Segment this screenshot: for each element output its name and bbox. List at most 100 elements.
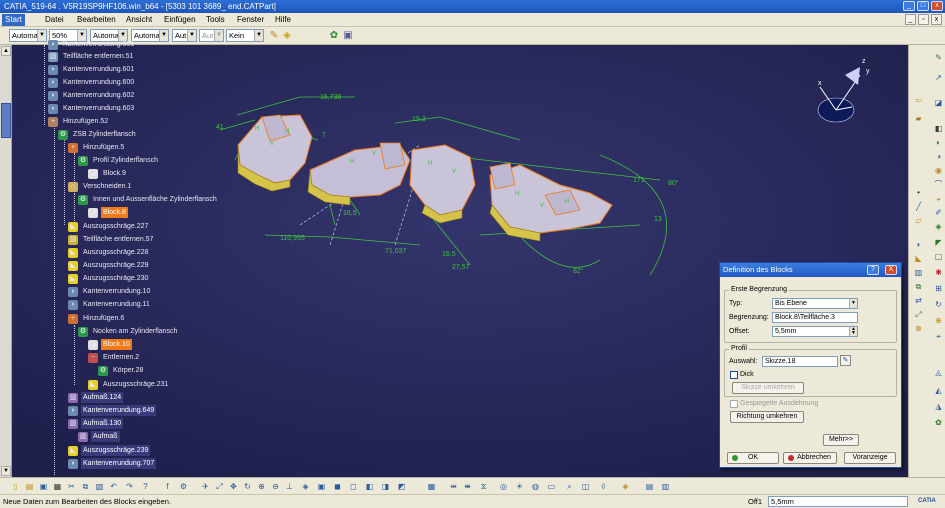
apply-material-tool-icon[interactable]: ✿ [933,417,944,428]
snapshot-icon[interactable]: ◎ [498,481,509,492]
new-icon[interactable]: ▯ [10,481,21,492]
tree-item-auszugsschraege-229[interactable]: ◣ Auszugsschräge.229 [68,260,150,271]
tree-item-kantenverrundung-11[interactable]: ◗ Kantenverrundung.11 [68,299,152,310]
depth-effect-icon[interactable]: ◍ [530,481,541,492]
offset-field[interactable]: 5,5mm ▲ ▼ [772,326,858,337]
tree-item-auszugsschraege-231[interactable]: ◣ Auszugsschräge.231 [88,379,170,390]
selection-field[interactable]: Skizze.18 [762,356,838,367]
axis-system-icon[interactable]: ↗ [933,72,944,83]
zoom-in-icon[interactable]: ⊕ [256,481,267,492]
chamfer-tool-icon[interactable]: ◤ [933,237,944,248]
boolean-tool-icon[interactable]: ⊕ [933,315,944,326]
limit-field[interactable]: Block.8\Teilfläche.3 [772,312,858,323]
help-button[interactable]: ? [867,265,879,275]
thread-tool-icon[interactable]: ✱ [933,267,944,278]
tree-item-auszugsschraege-239[interactable]: ◣ Auszugsschräge.239 [68,445,151,456]
open-icon[interactable]: ▤ [24,481,35,492]
draft-analysis-icon[interactable]: ◭ [933,385,944,396]
knowledge-icon[interactable]: ⚙ [178,481,189,492]
cut-icon[interactable]: ✂ [66,481,77,492]
lighting-icon[interactable]: ☀ [514,481,525,492]
quick-view-icon[interactable]: ◫ [580,481,591,492]
tree-item-nocken[interactable]: ⚙ Nocken am Zylinderflansch [78,326,179,337]
formula-icon[interactable]: f [162,481,173,492]
front-view-icon[interactable]: ▣ [316,481,327,492]
material-tool-icon[interactable]: ◈ [620,481,631,492]
fit-all-icon[interactable]: ⤢ [214,481,225,492]
thickness-tool-icon[interactable]: ▥ [913,267,924,278]
doc-minimize-button[interactable]: _ [905,14,916,25]
tree-item-block-9[interactable]: ◢ Block.9 [88,168,128,179]
type-select[interactable]: Bis Ebene ▼ [772,298,858,309]
wireframe-icon[interactable]: ◻ [348,481,359,492]
menu-hilfe[interactable]: Hilfe [272,14,294,26]
rotate-tool-icon[interactable]: ↻ [933,299,944,310]
curvature-analysis-icon[interactable]: ◮ [933,401,944,412]
mirror-tool-icon[interactable]: ⧉ [913,281,924,292]
tree-item-auszugsschraege-227[interactable]: ◣ Auszugsschräge.227 [68,221,150,232]
render-style-icon[interactable]: ◊ [598,481,609,492]
layer-combo[interactable]: Kein ▼ [226,29,264,42]
menu-fenster[interactable]: Fenster [234,14,267,26]
rotate-view-icon[interactable]: ↻ [242,481,253,492]
sketch-tool-icon[interactable]: ▦ [426,481,437,492]
normal-view-icon[interactable]: ⊥ [284,481,295,492]
analysis-tool-icon[interactable]: ◬ [933,367,944,378]
pocket-tool-icon[interactable]: ◧ [933,123,944,134]
tree-item-kantenverrundung-601[interactable]: ◗ Kantenverrundung.601 [48,64,136,75]
minimize-button[interactable]: _ [903,1,915,11]
tree-item-block-8[interactable]: ◢ Block.8 [88,207,128,218]
menu-bearbeiten[interactable]: Bearbeiten [74,14,119,26]
shading-icon[interactable]: ◼ [332,481,343,492]
scroll-thumb[interactable] [1,103,11,138]
library-icon[interactable]: ▥ [660,481,671,492]
groove-tool-icon[interactable]: ◑ [933,151,944,162]
tree-item-kantenverrundung-707[interactable]: ◗ Kantenverrundung.707 [68,458,157,469]
tree-item-kantenverrundung-601a[interactable]: ◗ Kantenverrundung.601 [48,39,136,50]
tree-item-kantenverrundung-603[interactable]: ◗ Kantenverrundung.603 [48,103,136,114]
paint-bucket-icon[interactable]: ◈ [281,30,293,42]
scroll-up-icon[interactable]: ▲ [1,46,11,56]
scale-tool-icon[interactable]: ⤢ [913,309,924,320]
tree-item-aufmass[interactable]: ▥ Aufmaß [78,431,120,442]
point-symbol-combo[interactable]: Aut ▼ [172,29,197,42]
copy-icon[interactable]: ⧉ [80,481,91,492]
redo-icon[interactable]: ↷ [124,481,135,492]
doc-close-button[interactable]: x [931,14,942,25]
format-painter-icon[interactable]: ✎ [268,30,280,42]
measure-tool-icon[interactable]: ⌖ [933,331,944,342]
save-icon[interactable]: ▣ [38,481,49,492]
menu-einfuegen[interactable]: Einfügen [161,14,199,26]
ok-button[interactable]: OK [727,452,779,464]
tree-item-hinzufuegen-5[interactable]: + Hinzufügen.5 [68,142,126,153]
tree-item-auszugsschraege-228[interactable]: ◣ Auszugsschräge.228 [68,247,150,258]
print-icon[interactable]: ▦ [52,481,63,492]
power-input-field[interactable]: 5,5mm [768,496,908,507]
sketch-edit-icon[interactable]: ✎ [840,355,851,366]
paste-icon[interactable]: ▧ [94,481,105,492]
cancel-button[interactable]: Abbrechen [783,452,837,464]
dialog-close-button[interactable]: X [885,265,897,275]
point-tool-icon[interactable]: • [913,187,924,198]
spinner-icon[interactable]: ▲ ▼ [849,327,857,336]
measure-inertia-icon[interactable]: ⧖ [478,481,489,492]
tree-item-entfernen-2[interactable]: − Entfernen.2 [88,352,141,363]
view-mode-icon[interactable]: ◩ [396,481,407,492]
stiffener-tool-icon[interactable]: ✐ [933,207,944,218]
swap-visible-icon[interactable]: ◨ [380,481,391,492]
pan-icon[interactable]: ✥ [228,481,239,492]
magnifier-icon[interactable]: ⌕ [564,481,575,492]
draft-tool-icon[interactable]: ◣ [913,253,924,264]
fillet-tool-icon[interactable]: ◗ [913,239,924,250]
measure-item-icon[interactable]: ⇼ [462,481,473,492]
close-button[interactable]: x [931,1,943,11]
preview-button[interactable]: Voranzeige [844,452,896,464]
maximize-button[interactable]: □ [917,1,929,11]
tree-item-kantenverrundung-600[interactable]: ◗ Kantenverrundung.600 [48,77,136,88]
tree-scrollbar[interactable]: ▲ ▼ [0,45,12,477]
tree-item-aufmass-130[interactable]: ▥ Aufmaß.130 [68,418,124,429]
pattern-tool-icon[interactable]: ⊞ [933,283,944,294]
tree-item-profil-zylinderflansch[interactable]: ⚙ Profil Zylinderflansch [78,155,160,166]
thick-checkbox[interactable] [730,371,738,379]
color-combo[interactable]: Automa ▼ [9,29,47,42]
